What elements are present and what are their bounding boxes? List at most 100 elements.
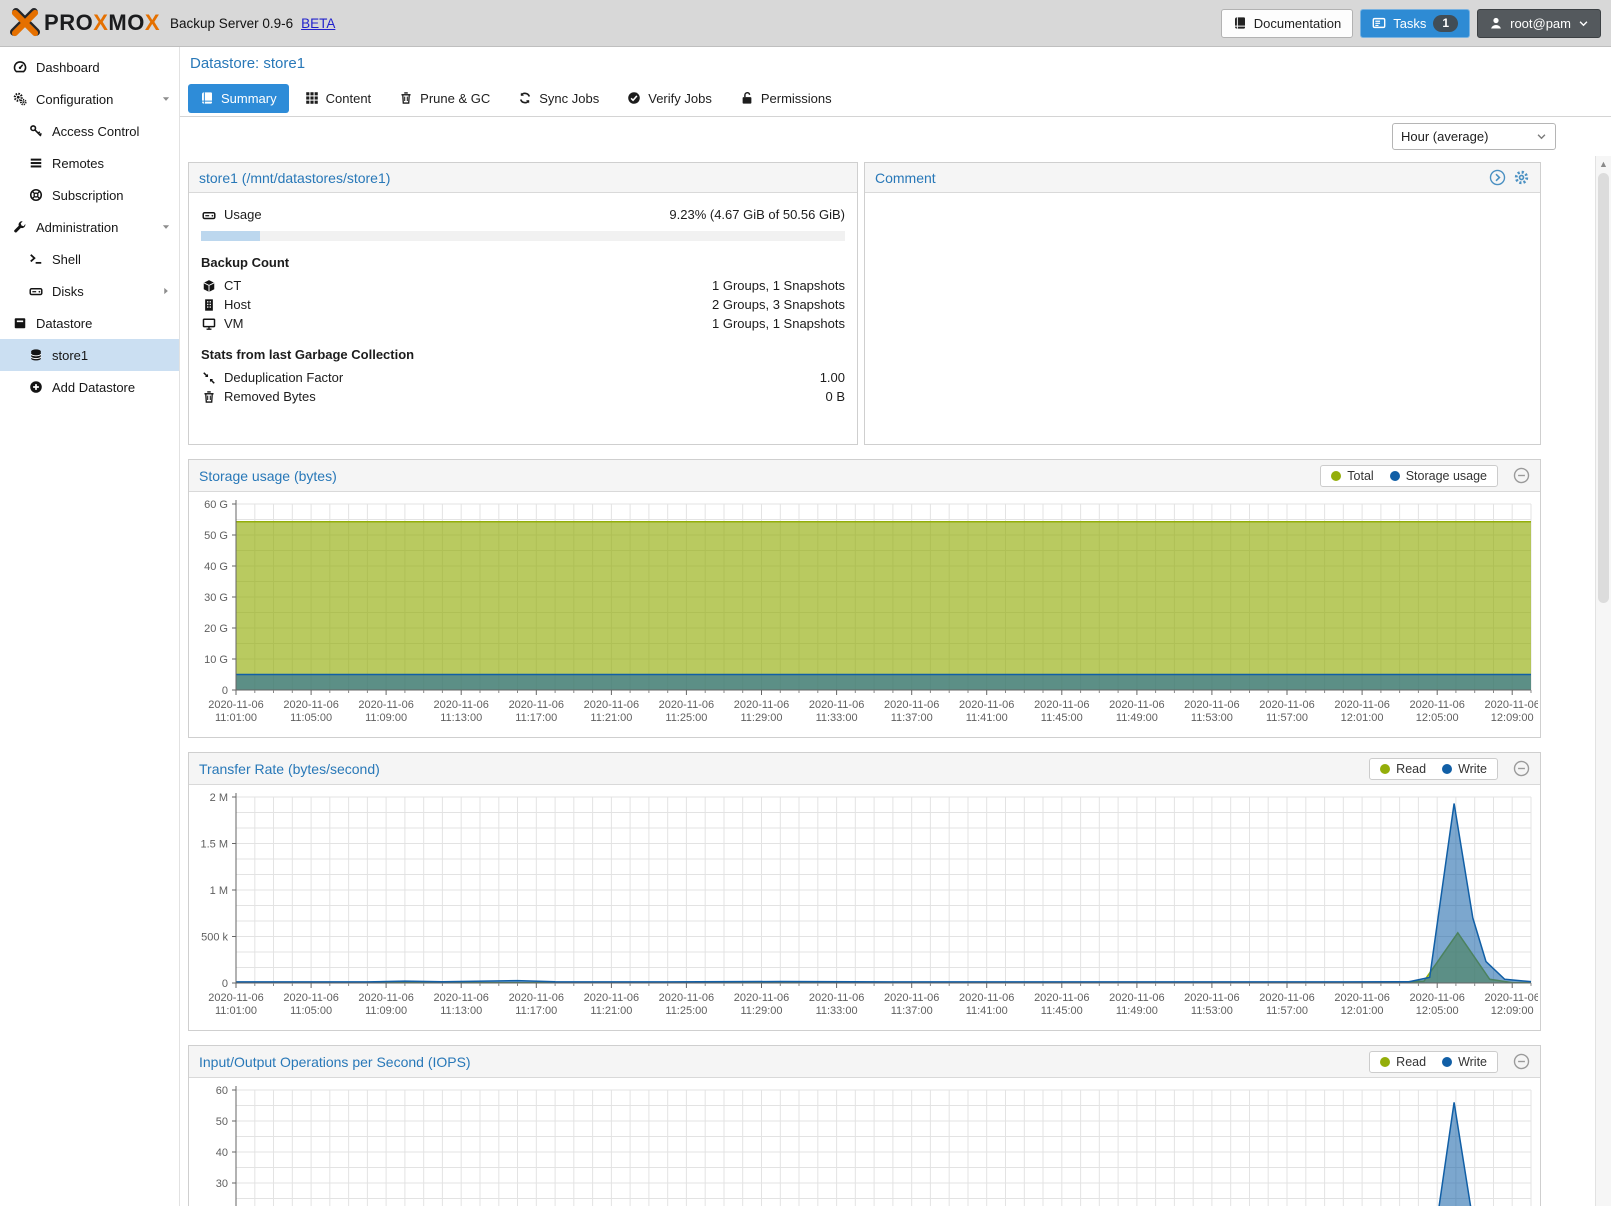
chart-legend: Read Write <box>1369 1051 1498 1073</box>
svg-text:2020-11-06: 2020-11-06 <box>1484 992 1538 1004</box>
tab-permissions[interactable]: Permissions <box>728 84 844 113</box>
compress-icon <box>201 371 217 385</box>
tab-sync-jobs[interactable]: Sync Jobs <box>506 84 611 113</box>
svg-text:11:57:00: 11:57:00 <box>1266 712 1308 724</box>
legend-item-read[interactable]: Read <box>1380 1055 1426 1069</box>
user-menu-button[interactable]: root@pam <box>1477 9 1601 38</box>
svg-text:11:09:00: 11:09:00 <box>365 712 407 724</box>
collapse-panel-button[interactable] <box>1513 467 1530 484</box>
cube-icon <box>201 279 217 293</box>
sidebar-item-label: Shell <box>52 252 81 267</box>
svg-text:12:01:00: 12:01:00 <box>1341 712 1384 724</box>
legend-item-read[interactable]: Read <box>1380 762 1426 776</box>
sidebar-item-add-datastore[interactable]: Add Datastore <box>0 371 179 403</box>
scroll-up-arrow[interactable]: ▲ <box>1596 156 1611 172</box>
svg-text:2020-11-06: 2020-11-06 <box>1259 992 1314 1004</box>
sidebar-item-label: Administration <box>36 220 118 235</box>
tab-summary[interactable]: Summary <box>188 84 289 113</box>
check-circle-icon <box>627 91 641 105</box>
legend-label: Write <box>1458 762 1487 776</box>
svg-text:2020-11-06: 2020-11-06 <box>283 992 338 1004</box>
documentation-icon <box>1233 16 1247 30</box>
sidebar-item-subscription[interactable]: Subscription <box>0 179 179 211</box>
caret-down-icon <box>161 94 171 104</box>
box-icon <box>11 316 28 330</box>
svg-text:0: 0 <box>222 685 228 697</box>
beta-link[interactable]: BETA <box>301 16 335 31</box>
collapse-panel-button[interactable] <box>1513 760 1530 777</box>
chart-plot: 01020304050602020-11-0611:01:002020-11-0… <box>191 1080 1538 1206</box>
svg-text:11:13:00: 11:13:00 <box>440 1005 482 1017</box>
svg-text:11:05:00: 11:05:00 <box>290 1005 332 1017</box>
datastore-info-title: store1 (/mnt/datastores/store1) <box>199 170 390 186</box>
svg-text:11:21:00: 11:21:00 <box>590 712 632 724</box>
svg-text:2020-11-06: 2020-11-06 <box>959 992 1014 1004</box>
usage-row: Usage 9.23% (4.67 GiB of 50.56 GiB) <box>201 205 845 224</box>
chart-panel-storage-usage-bytes: Storage usage (bytes) Total Storage usage… <box>188 459 1541 738</box>
sidebar-item-store1[interactable]: store1 <box>0 339 179 371</box>
legend-item-write[interactable]: Write <box>1442 762 1487 776</box>
gauge-icon <box>11 60 28 74</box>
tab-content[interactable]: Content <box>293 84 384 113</box>
sidebar-item-remotes[interactable]: Remotes <box>0 147 179 179</box>
svg-text:2020-11-06: 2020-11-06 <box>208 992 263 1004</box>
tab-bar: Summary Content Prune & GC Sync Jobs Ver… <box>180 80 1611 117</box>
sidebar-item-shell[interactable]: Shell <box>0 243 179 275</box>
sidebar-item-label: Configuration <box>36 92 113 107</box>
comment-settings-button[interactable] <box>1513 169 1530 186</box>
legend-item-total[interactable]: Total <box>1331 469 1373 483</box>
chart-title: Storage usage (bytes) <box>199 468 337 484</box>
svg-text:2020-11-06: 2020-11-06 <box>809 992 864 1004</box>
tasks-button[interactable]: Tasks 1 <box>1360 9 1470 38</box>
chart-panel-transfer-rate-bytes-second: Transfer Rate (bytes/second) ReadWrite 0… <box>188 752 1541 1031</box>
svg-text:11:09:00: 11:09:00 <box>365 1005 407 1017</box>
sidebar-item-label: Remotes <box>52 156 104 171</box>
chart-plot: 010 G20 G30 G40 G50 G60 G2020-11-0611:01… <box>191 494 1538 730</box>
legend-item-storage-usage[interactable]: Storage usage <box>1390 469 1487 483</box>
sidebar-item-disks[interactable]: Disks <box>0 275 179 307</box>
sidebar-item-dashboard[interactable]: Dashboard <box>0 51 179 83</box>
sidebar-item-label: Dashboard <box>36 60 100 75</box>
svg-text:2020-11-06: 2020-11-06 <box>1184 699 1239 711</box>
legend-item-write[interactable]: Write <box>1442 1055 1487 1069</box>
svg-text:40: 40 <box>216 1147 228 1159</box>
svg-text:2020-11-06: 2020-11-06 <box>358 992 413 1004</box>
sidebar-item-configuration[interactable]: Configuration <box>0 83 179 115</box>
sidebar-item-datastore[interactable]: Datastore <box>0 307 179 339</box>
svg-text:11:17:00: 11:17:00 <box>515 712 557 724</box>
tasks-icon <box>1372 16 1386 30</box>
svg-text:11:49:00: 11:49:00 <box>1116 712 1158 724</box>
svg-text:2020-11-06: 2020-11-06 <box>208 699 263 711</box>
vertical-scrollbar[interactable]: ▲ <box>1595 156 1611 1206</box>
comment-expand-button[interactable] <box>1489 169 1506 186</box>
svg-text:12:09:00: 12:09:00 <box>1491 1005 1534 1017</box>
tab-verify-jobs[interactable]: Verify Jobs <box>615 84 724 113</box>
svg-text:11:01:00: 11:01:00 <box>215 712 257 724</box>
documentation-button[interactable]: Documentation <box>1221 9 1353 38</box>
user-icon <box>1489 16 1503 30</box>
svg-text:11:45:00: 11:45:00 <box>1041 712 1083 724</box>
gears-icon <box>11 92 28 106</box>
tab-prune-gc[interactable]: Prune & GC <box>387 84 502 113</box>
svg-text:2020-11-06: 2020-11-06 <box>1184 992 1239 1004</box>
tasks-label: Tasks <box>1393 16 1426 31</box>
svg-text:11:41:00: 11:41:00 <box>966 712 1008 724</box>
sidebar-item-label: Subscription <box>52 188 124 203</box>
tab-label: Verify Jobs <box>648 91 712 106</box>
scrollbar-thumb[interactable] <box>1598 173 1609 603</box>
svg-text:2020-11-06: 2020-11-06 <box>509 699 564 711</box>
chevron-down-icon <box>1578 18 1589 29</box>
sidebar-item-label: store1 <box>52 348 88 363</box>
time-range-select[interactable]: Hour (average) <box>1392 123 1556 150</box>
svg-text:11:49:00: 11:49:00 <box>1116 1005 1158 1017</box>
sidebar-item-administration[interactable]: Administration <box>0 211 179 243</box>
svg-text:2020-11-06: 2020-11-06 <box>433 992 488 1004</box>
top-bar: PROXMOX Backup Server 0.9-6 BETA Documen… <box>0 0 1611 47</box>
backup-count-title: Backup Count <box>201 255 845 270</box>
sidebar-item-access-control[interactable]: Access Control <box>0 115 179 147</box>
svg-text:11:57:00: 11:57:00 <box>1266 1005 1308 1017</box>
svg-text:11:05:00: 11:05:00 <box>290 712 332 724</box>
svg-text:2020-11-06: 2020-11-06 <box>433 699 488 711</box>
svg-text:2020-11-06: 2020-11-06 <box>809 699 864 711</box>
collapse-panel-button[interactable] <box>1513 1053 1530 1070</box>
